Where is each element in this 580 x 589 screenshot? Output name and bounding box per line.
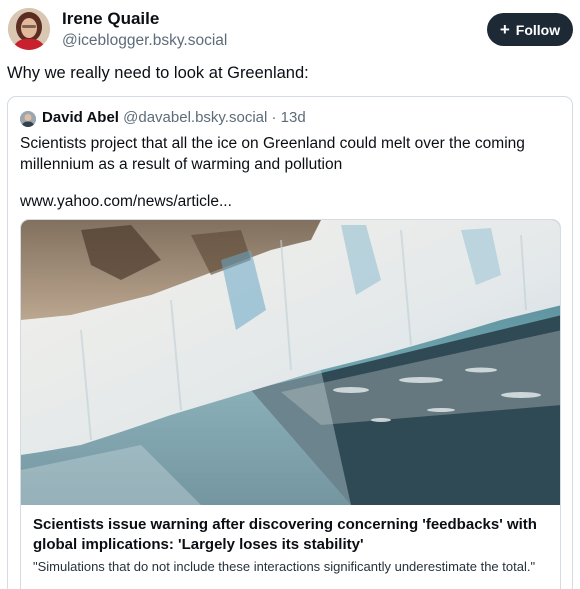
quote-link[interactable]: www.yahoo.com/news/article... <box>20 193 232 211</box>
quote-meta: David Abel @davabel.bsky.social · 13d <box>42 109 306 126</box>
author-avatar[interactable] <box>8 8 50 50</box>
quote-author-name[interactable]: David Abel <box>42 109 119 126</box>
plus-icon: + <box>499 19 510 39</box>
glacier-photo-icon <box>21 220 560 505</box>
quote-card[interactable]: David Abel @davabel.bsky.social · 13d Sc… <box>7 96 573 589</box>
author-handle[interactable]: @iceblogger.bsky.social <box>62 32 227 50</box>
quote-author-handle[interactable]: @davabel.bsky.social <box>123 109 267 126</box>
follow-button[interactable]: + Follow <box>487 13 573 46</box>
profile-photo-avatar-icon <box>8 8 50 50</box>
post-text: Why we really need to look at Greenland: <box>7 64 309 82</box>
author-name[interactable]: Irene Quaile <box>62 9 159 29</box>
follow-button-label: Follow <box>515 21 561 38</box>
post: Irene Quaile @iceblogger.bsky.social + F… <box>0 0 580 589</box>
quote-avatar-photo-icon <box>20 111 36 127</box>
quote-body: Scientists project that all the ice on G… <box>20 135 525 173</box>
quote-author-avatar[interactable] <box>20 111 36 127</box>
link-card-title[interactable]: Scientists issue warning after discoveri… <box>33 515 553 555</box>
link-card-description: "Simulations that do not include these i… <box>33 559 536 574</box>
link-preview-card[interactable]: Scientists issue warning after discoveri… <box>20 219 561 589</box>
quote-separator: · <box>271 109 277 126</box>
quote-timestamp[interactable]: 13d <box>281 109 306 126</box>
